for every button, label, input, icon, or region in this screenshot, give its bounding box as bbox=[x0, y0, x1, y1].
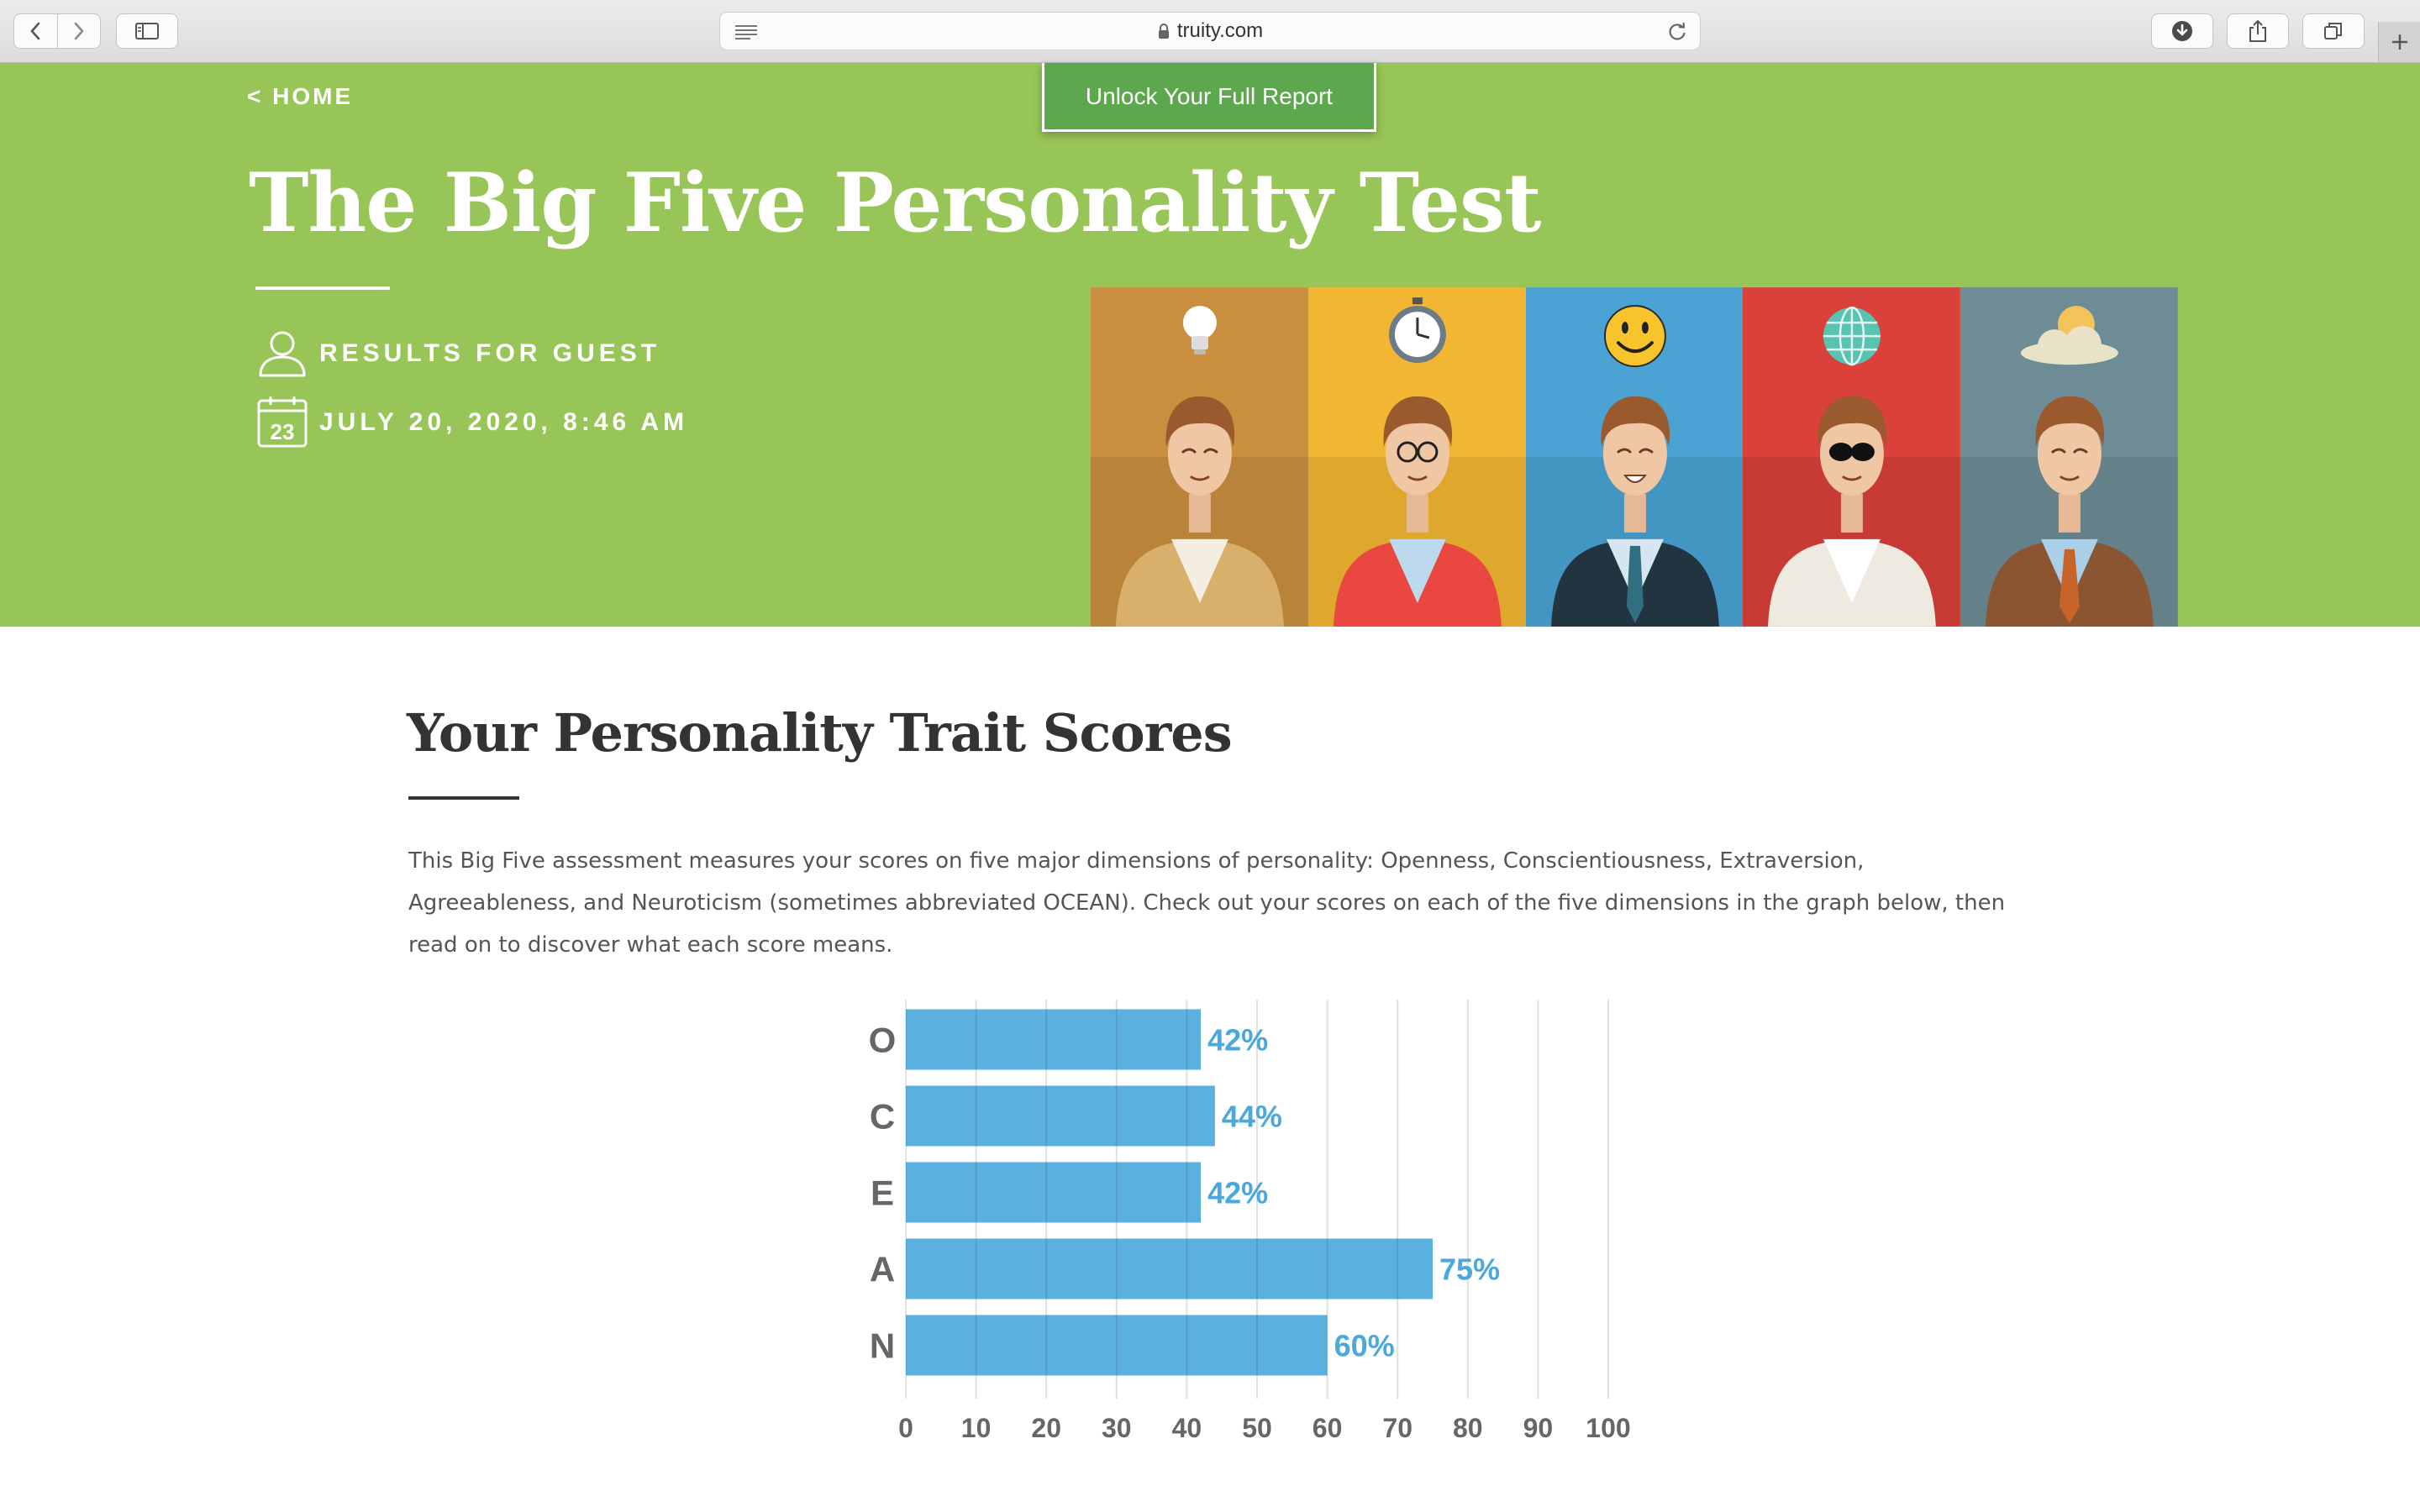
x-tick-label: 20 bbox=[1031, 1413, 1061, 1443]
x-tick-label: 100 bbox=[1586, 1413, 1630, 1443]
chart-bar bbox=[906, 1009, 1202, 1070]
x-tick-label: 60 bbox=[1313, 1413, 1343, 1443]
download-icon bbox=[2172, 21, 2192, 41]
trait-scores-chart: O 42% C 44% E 42% A 75% N 60% 0 10 20 30 40 50 60 70 80 90 1… bbox=[869, 1000, 1631, 1443]
trait-panel bbox=[1960, 287, 2178, 627]
value-label: 75% bbox=[1439, 1252, 1500, 1287]
calendar-day: 23 bbox=[271, 419, 295, 444]
category-label: E bbox=[871, 1173, 894, 1213]
downloads-button[interactable] bbox=[2151, 13, 2213, 49]
intro-paragraph: This Big Five assessment measures your s… bbox=[408, 848, 2006, 958]
chart-bar bbox=[906, 1162, 1202, 1223]
category-label: N bbox=[870, 1326, 895, 1366]
section-title: Your Personality Trait Scores bbox=[407, 702, 1233, 764]
value-label: 44% bbox=[1222, 1100, 1282, 1134]
forward-button[interactable] bbox=[56, 14, 101, 48]
trait-panel bbox=[1091, 287, 1308, 627]
trait-illustration bbox=[1091, 287, 2178, 627]
trait-panel bbox=[1307, 287, 1526, 627]
title-divider bbox=[255, 286, 390, 290]
chevron-left-icon bbox=[30, 22, 40, 40]
browser-toolbar: truity.com bbox=[0, 0, 2420, 63]
chart-bar bbox=[906, 1085, 1215, 1147]
share-button[interactable] bbox=[2227, 13, 2289, 49]
share-icon bbox=[2249, 20, 2266, 42]
chevron-right-icon bbox=[74, 22, 84, 40]
plus-icon bbox=[2392, 34, 2407, 50]
x-tick-label: 10 bbox=[961, 1413, 992, 1443]
trait-panel bbox=[1525, 287, 1744, 627]
x-tick-label: 80 bbox=[1453, 1413, 1483, 1443]
globe-icon bbox=[1823, 306, 1881, 366]
chart-bar bbox=[906, 1238, 1433, 1299]
date-row: 23 JULY 20, 2020, 8:46 AM bbox=[255, 396, 688, 449]
lock-icon bbox=[1158, 24, 1169, 39]
result-date: JULY 20, 2020, 8:46 AM bbox=[319, 408, 689, 436]
address-bar[interactable]: truity.com bbox=[719, 12, 1701, 50]
x-tick-label: 40 bbox=[1172, 1413, 1202, 1443]
new-tab-button[interactable] bbox=[2378, 22, 2420, 62]
category-label: O bbox=[869, 1021, 897, 1060]
back-button[interactable] bbox=[14, 14, 57, 48]
category-label: C bbox=[870, 1097, 895, 1137]
tabs-icon bbox=[2324, 23, 2342, 39]
results-for-label: RESULTS FOR GUEST bbox=[319, 339, 661, 367]
url-display: truity.com bbox=[720, 13, 1700, 50]
x-tick-label: 70 bbox=[1382, 1413, 1413, 1443]
sidebar-button[interactable] bbox=[116, 13, 178, 49]
tabs-overview-button[interactable] bbox=[2302, 13, 2365, 49]
calendar-icon: 23 bbox=[257, 396, 308, 448]
user-icon bbox=[259, 331, 306, 377]
hero-banner: < HOME Unlock Your Full Report The Big F… bbox=[0, 63, 2420, 627]
trait-panel bbox=[1743, 287, 1961, 627]
value-label: 60% bbox=[1334, 1329, 1395, 1363]
x-tick-label: 0 bbox=[898, 1413, 913, 1443]
url-text: truity.com bbox=[1176, 19, 1264, 42]
page-title: The Big Five Personality Test bbox=[249, 155, 1542, 250]
home-link[interactable]: < HOME bbox=[247, 83, 353, 110]
x-tick-label: 90 bbox=[1523, 1413, 1554, 1443]
value-label: 42% bbox=[1207, 1023, 1268, 1058]
smiley-icon bbox=[1603, 305, 1666, 368]
value-label: 42% bbox=[1207, 1176, 1268, 1210]
category-label: A bbox=[870, 1250, 895, 1289]
x-tick-label: 30 bbox=[1102, 1413, 1132, 1443]
nav-buttons bbox=[13, 13, 101, 49]
unlock-report-button[interactable]: Unlock Your Full Report bbox=[1042, 63, 1376, 132]
section-divider bbox=[408, 796, 519, 800]
x-tick-label: 50 bbox=[1242, 1413, 1272, 1443]
sidebar-icon bbox=[135, 23, 159, 39]
results-for-row: RESULTS FOR GUEST bbox=[255, 328, 660, 379]
reload-icon[interactable] bbox=[1666, 21, 1688, 43]
